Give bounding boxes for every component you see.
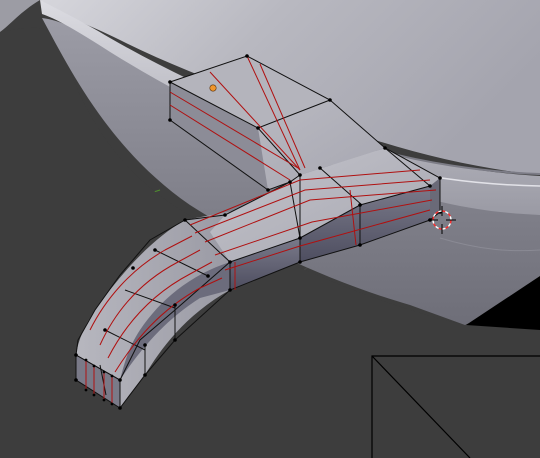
- origin-dot-icon[interactable]: [209, 84, 217, 92]
- 3d-viewport[interactable]: [0, 0, 540, 458]
- viewport-canvas[interactable]: [0, 0, 540, 458]
